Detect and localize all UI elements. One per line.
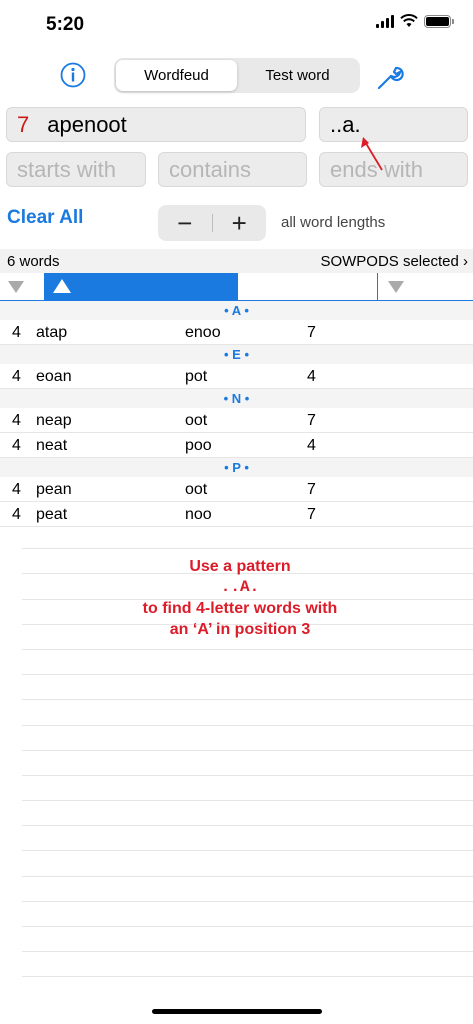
word-count: 6 words <box>7 253 60 270</box>
mode-segmented-control[interactable]: Wordfeud Test word <box>114 58 360 93</box>
status-indicators <box>376 14 454 28</box>
list-item[interactable]: 4 pean oot 7 <box>0 477 473 502</box>
list-item[interactable]: 4 atap enoo 7 <box>0 320 473 345</box>
contains-input[interactable]: contains <box>158 152 307 187</box>
sort-remaining-column[interactable] <box>238 273 378 301</box>
wrench-icon[interactable] <box>375 62 405 92</box>
sort-word-column[interactable] <box>45 273 238 301</box>
results-list: • A • 4 atap enoo 7 • E • 4 eoan pot 4 •… <box>0 301 473 527</box>
annotation-arrow-icon <box>361 137 383 171</box>
starts-with-input[interactable]: starts with <box>6 152 146 187</box>
word-length-stepper[interactable]: − + <box>158 205 266 241</box>
dictionary-selector[interactable]: SOWPODS selected › <box>320 253 468 270</box>
info-icon[interactable] <box>60 62 86 88</box>
status-time: 5:20 <box>46 14 85 35</box>
battery-icon <box>424 14 454 28</box>
status-bar: 5:20 <box>0 0 473 50</box>
decrement-button[interactable]: − <box>158 205 212 241</box>
letters-input[interactable]: 7 apenoot <box>6 107 306 142</box>
sort-count-column[interactable] <box>378 273 473 301</box>
wifi-icon <box>400 14 418 27</box>
section-header: • P • <box>0 458 473 477</box>
sort-length-column[interactable] <box>0 273 45 301</box>
instruction-annotation: Use a pattern ..A. to find 4-letter word… <box>142 558 338 638</box>
segment-test-word[interactable]: Test word <box>237 60 358 91</box>
increment-button[interactable]: + <box>213 205 267 241</box>
letters-value: apenoot <box>47 111 127 137</box>
section-header: • N • <box>0 389 473 408</box>
list-item[interactable]: 4 neat poo 4 <box>0 433 473 458</box>
list-item[interactable]: 4 neap oot 7 <box>0 408 473 433</box>
section-header: • E • <box>0 345 473 364</box>
section-header: • A • <box>0 301 473 320</box>
summary-bar: 6 words SOWPODS selected › <box>0 249 473 273</box>
home-indicator[interactable] <box>152 1009 322 1014</box>
list-item[interactable]: 4 eoan pot 4 <box>0 364 473 389</box>
sort-descending-icon <box>8 281 24 293</box>
sort-descending-icon <box>388 281 404 293</box>
segment-wordfeud[interactable]: Wordfeud <box>116 60 237 91</box>
word-length-label: all word lengths <box>281 214 386 231</box>
sort-bar <box>0 273 473 301</box>
letters-count: 7 <box>17 111 30 137</box>
sort-ascending-icon <box>53 279 71 293</box>
clear-all-button[interactable]: Clear All <box>7 207 83 229</box>
cellular-signal-icon <box>376 14 394 28</box>
